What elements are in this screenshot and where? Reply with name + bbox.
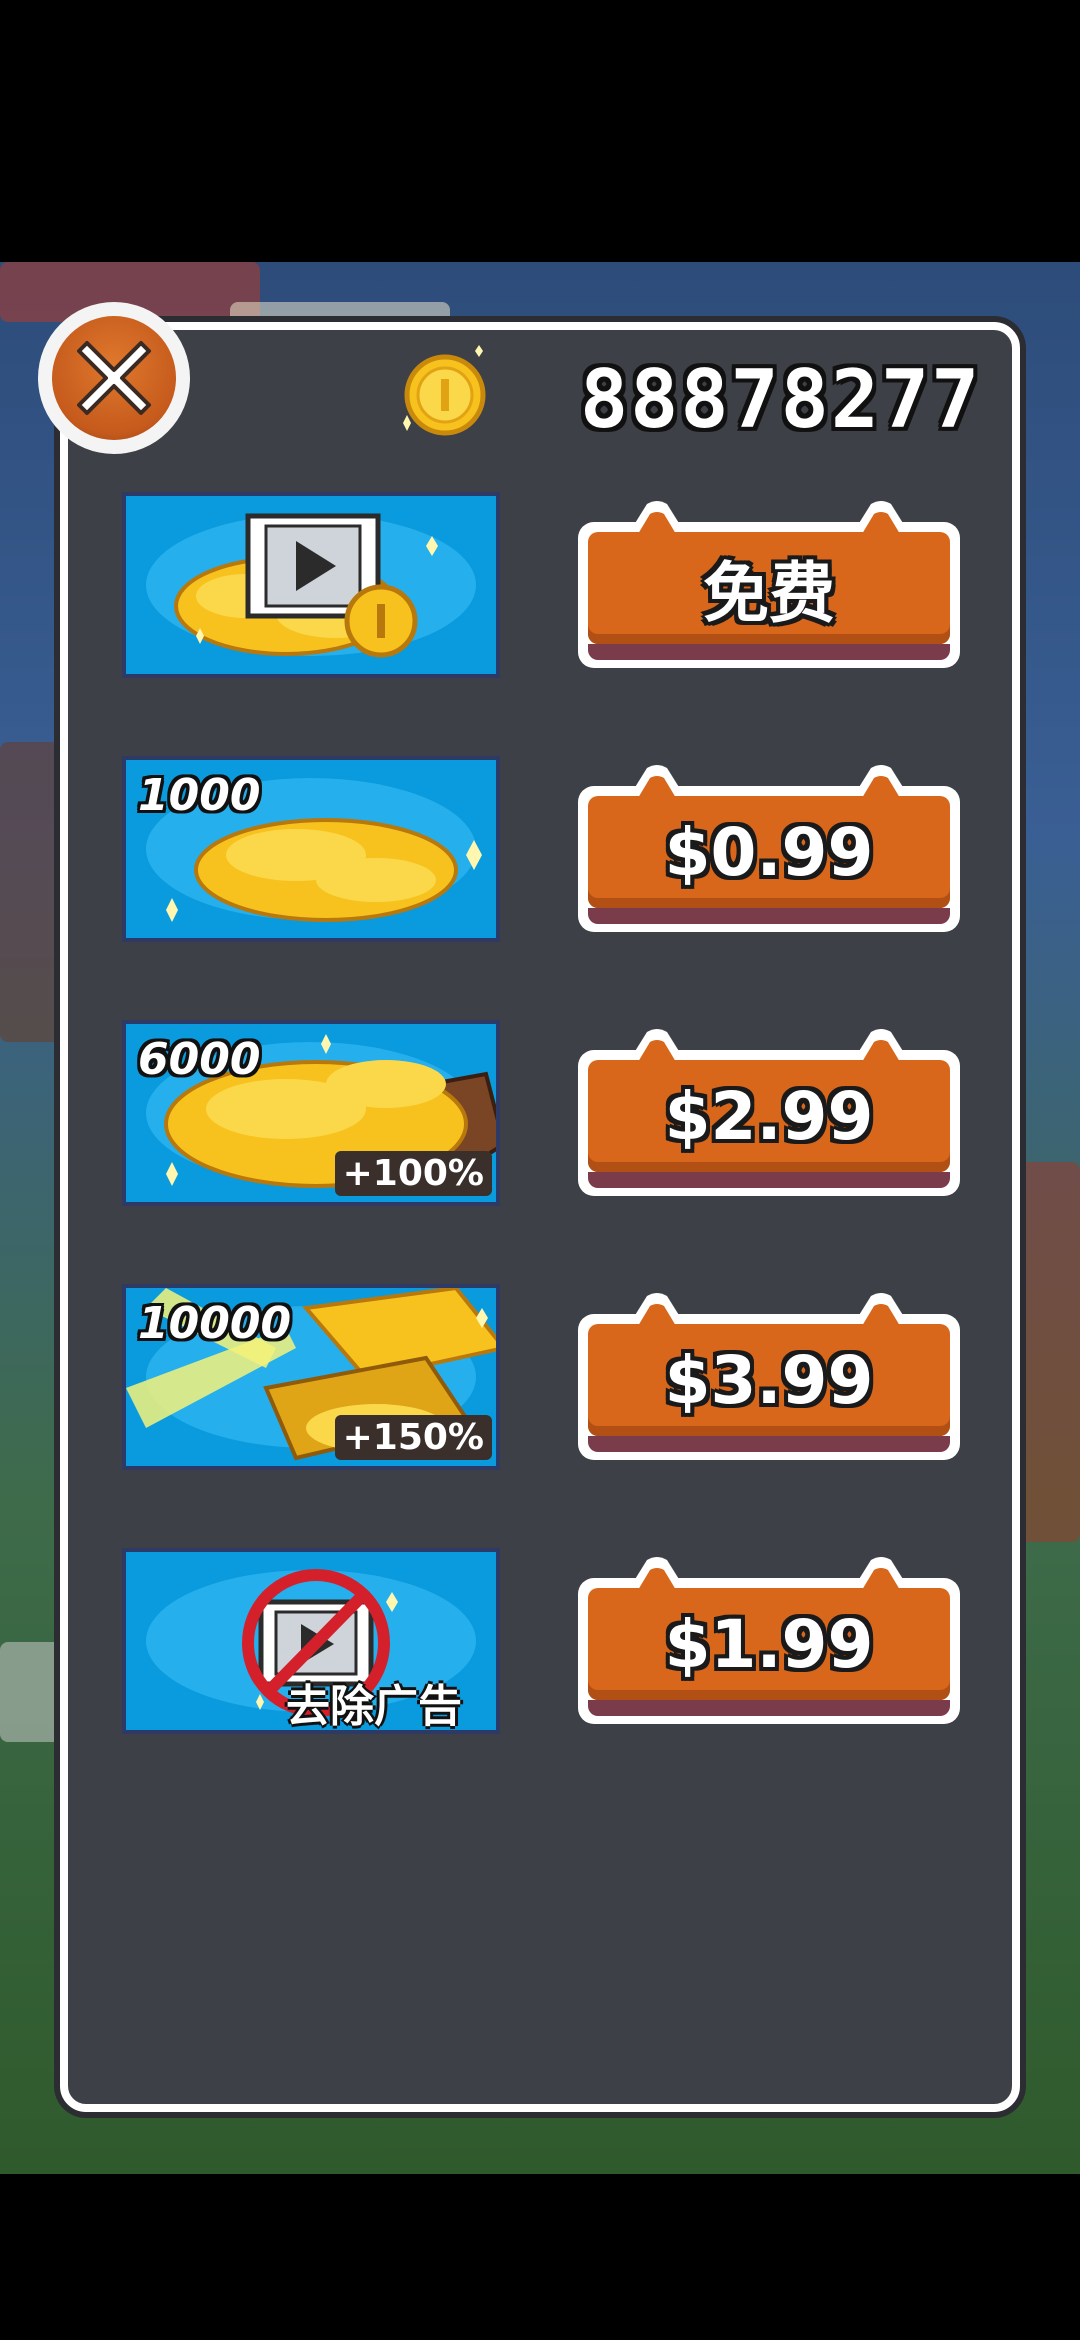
shop-item-remove-ads: 去除广告 $1.99	[122, 1548, 1002, 1734]
gold-coin-icon	[403, 345, 486, 436]
shop-item-free: 免费	[122, 492, 1002, 678]
shop-item-tile: 10000 +150%	[122, 1284, 500, 1470]
buy-button-label: $1.99	[664, 1605, 874, 1683]
shop-item-6000: 6000 +100% $2.99	[122, 1020, 1002, 1206]
buy-button-label: $0.99	[664, 813, 874, 891]
buy-button-label: 免费	[703, 555, 835, 632]
bottom-black-bar	[0, 2174, 1080, 2340]
close-button[interactable]	[38, 302, 190, 454]
shop-item-tile: 去除广告	[122, 1548, 500, 1734]
shop-item-tile: 6000 +100%	[122, 1020, 500, 1206]
tile-amount: 1000	[138, 770, 261, 821]
buy-button-3.99[interactable]: $3.99	[578, 1292, 960, 1460]
tile-amount: 10000	[138, 1298, 292, 1349]
tile-amount: 6000	[138, 1034, 261, 1085]
buy-button-1.99[interactable]: $1.99	[578, 1556, 960, 1724]
shop-item-tile	[122, 492, 500, 678]
buy-button-label: $3.99	[664, 1341, 874, 1419]
shop-item-10000: 10000 +150% $3.99	[122, 1284, 1002, 1470]
buy-button-0.99[interactable]: $0.99	[578, 764, 960, 932]
tile-caption: 去除广告	[286, 1681, 462, 1732]
buy-button-2.99[interactable]: $2.99	[578, 1028, 960, 1196]
close-icon	[77, 341, 151, 415]
buy-button-label: $2.99	[664, 1077, 874, 1155]
shop-item-1000: 1000 $0.99	[122, 756, 1002, 942]
bonus-badge: +100%	[334, 1151, 492, 1196]
shop-item-tile: 1000	[122, 756, 500, 942]
buy-button-free[interactable]: 免费	[578, 500, 960, 668]
coin-balance: 88878277	[580, 353, 982, 446]
bonus-badge: +150%	[334, 1415, 492, 1460]
video-coins-icon	[174, 513, 438, 658]
